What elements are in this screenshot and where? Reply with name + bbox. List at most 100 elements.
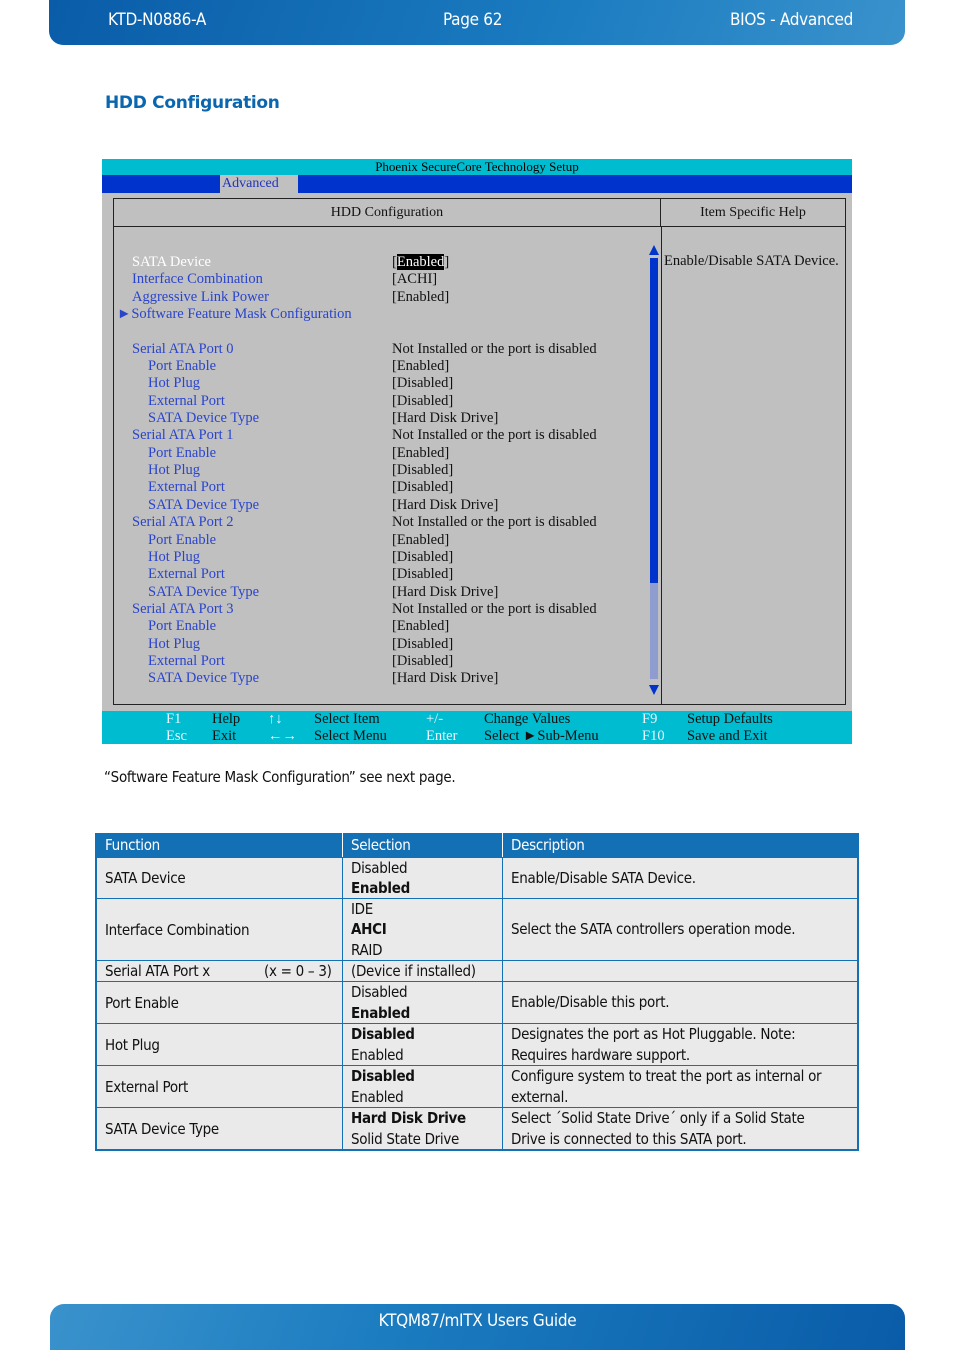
key-f1-action: Help <box>212 711 241 727</box>
setting-row[interactable]: Port Enable [Enabled] <box>114 618 654 635</box>
setting-value[interactable]: Not Installed or the port is disabled <box>392 427 597 444</box>
scroll-down-arrow-icon[interactable] <box>649 685 659 695</box>
setting-label[interactable]: SATA Device <box>132 254 211 271</box>
setting-value[interactable]: [Hard Disk Drive] <box>392 497 498 514</box>
setting-value[interactable]: [Enabled] <box>392 289 449 306</box>
setting-row[interactable]: ►Software Feature Mask Configuration <box>114 306 654 323</box>
setting-label[interactable]: External Port <box>148 653 225 670</box>
setting-label[interactable]: External Port <box>148 479 225 496</box>
arrow-left-right-icon: ←→ <box>268 728 297 744</box>
function-name: Port Enable <box>105 993 179 1012</box>
setting-label[interactable]: Serial ATA Port 1 <box>132 427 234 444</box>
setting-label[interactable]: SATA Device Type <box>148 584 259 601</box>
setting-label[interactable]: SATA Device Type <box>148 497 259 514</box>
setting-label[interactable]: Serial ATA Port 2 <box>132 514 234 531</box>
setting-value[interactable]: [Enabled] <box>392 618 449 635</box>
setting-row[interactable]: Interface Combination [ACHI] <box>114 271 654 288</box>
default-option: AHCI <box>351 920 387 939</box>
setting-label[interactable]: SATA Device Type <box>148 670 259 687</box>
page-number: Page 62 <box>443 10 503 30</box>
setting-label[interactable]: Port Enable <box>148 618 216 635</box>
setting-value[interactable]: [Disabled] <box>392 462 453 479</box>
setting-value[interactable]: Not Installed or the port is disabled <box>392 514 597 531</box>
setting-label[interactable]: Hot Plug <box>148 636 200 653</box>
setting-row[interactable]: Hot Plug [Disabled] <box>114 549 654 566</box>
setting-label-text: Serial ATA Port 2 <box>132 514 234 531</box>
setting-row[interactable]: Port Enable [Enabled] <box>114 532 654 549</box>
setting-value[interactable]: [Hard Disk Drive] <box>392 670 498 687</box>
setting-value[interactable]: [Hard Disk Drive] <box>392 410 498 427</box>
setting-value[interactable]: [Enabled] <box>392 358 449 375</box>
scroll-thumb[interactable] <box>650 258 658 583</box>
option: Solid State Drive <box>351 1129 460 1148</box>
guide-title: KTQM87/mITX Users Guide <box>378 1311 577 1331</box>
setting-value[interactable]: [Hard Disk Drive] <box>392 584 498 601</box>
setting-row[interactable]: Aggressive Link Power [Enabled] <box>114 289 654 306</box>
setting-label[interactable]: Interface Combination <box>132 271 263 288</box>
setting-label[interactable]: External Port <box>148 566 225 583</box>
setting-label[interactable]: Port Enable <box>148 358 216 375</box>
table-row: Interface Combination IDE AHCI RAID Select t… <box>97 898 857 960</box>
function-name: Hot Plug <box>105 1035 160 1054</box>
setting-value[interactable]: Not Installed or the port is disabled <box>392 341 597 358</box>
setting-row[interactable]: External Port [Disabled] <box>114 393 654 410</box>
key-f1: F1 <box>166 711 182 727</box>
setting-row[interactable]: Serial ATA Port 0 Not Installed or the po… <box>114 341 654 358</box>
key-esc: Esc <box>166 728 187 744</box>
setting-label-text: Serial ATA Port 0 <box>132 340 234 357</box>
setting-label[interactable]: Serial ATA Port 0 <box>132 341 234 358</box>
option: Enabled <box>351 1045 404 1064</box>
setting-label[interactable]: Serial ATA Port 3 <box>132 601 234 618</box>
setting-value[interactable]: [Disabled] <box>392 653 453 670</box>
setting-value[interactable]: [Disabled] <box>392 566 453 583</box>
setting-row[interactable]: SATA Device Type [Hard Disk Drive] <box>114 410 654 427</box>
setting-row[interactable]: Port Enable [Enabled] <box>114 358 654 375</box>
setting-row[interactable]: External Port [Disabled] <box>114 479 654 496</box>
option: IDE <box>351 899 373 918</box>
setting-row[interactable]: SATA Device Type [Hard Disk Drive] <box>114 497 654 514</box>
setting-row[interactable]: SATA Device Type [Hard Disk Drive] <box>114 670 654 687</box>
setting-row[interactable]: SATA Device [Enabled] <box>114 254 654 271</box>
setting-row[interactable]: Hot Plug [Disabled] <box>114 375 654 392</box>
highlighted-value[interactable]: Enabled <box>396 254 445 270</box>
setting-label[interactable]: Port Enable <box>148 532 216 549</box>
setting-row[interactable]: External Port [Disabled] <box>114 566 654 583</box>
setting-value[interactable]: [Enabled] <box>392 254 449 271</box>
setting-label[interactable]: Hot Plug <box>148 549 200 566</box>
setting-row[interactable]: Serial ATA Port 3 Not Installed or the po… <box>114 601 654 618</box>
setting-value[interactable]: [Disabled] <box>392 375 453 392</box>
setting-label[interactable]: External Port <box>148 393 225 410</box>
scroll-track[interactable] <box>650 583 658 679</box>
setting-value[interactable]: [Enabled] <box>392 532 449 549</box>
setting-label[interactable]: Hot Plug <box>148 462 200 479</box>
setting-value[interactable]: [Enabled] <box>392 445 449 462</box>
setting-label[interactable]: SATA Device Type <box>148 410 259 427</box>
setting-value[interactable]: [Disabled] <box>392 393 453 410</box>
setting-row[interactable]: Hot Plug [Disabled] <box>114 462 654 479</box>
menu-tab-advanced[interactable]: Advanced <box>220 175 298 193</box>
setting-value[interactable]: [Disabled] <box>392 549 453 566</box>
setting-value[interactable]: [Disabled] <box>392 479 453 496</box>
setting-label-text: SATA Device Type <box>148 670 260 687</box>
setting-row[interactable]: Port Enable [Enabled] <box>114 445 654 462</box>
setting-row[interactable]: SATA Device Type [Hard Disk Drive] <box>114 584 654 601</box>
setting-label[interactable]: Aggressive Link Power <box>132 289 269 306</box>
table-header: Function Selection Description <box>97 833 857 857</box>
setting-row[interactable]: External Port [Disabled] <box>114 653 654 670</box>
key-enter-action: Select ►Sub-Menu <box>484 728 599 744</box>
setting-label[interactable]: Hot Plug <box>148 375 200 392</box>
setting-value[interactable]: [ACHI] <box>392 271 437 288</box>
setting-label[interactable]: ►Software Feature Mask Configuration <box>117 306 352 323</box>
setting-row[interactable]: Serial ATA Port 1 Not Installed or the po… <box>114 427 654 444</box>
function-name: SATA Device Type <box>105 1119 219 1138</box>
scrollbar[interactable] <box>649 245 659 695</box>
default-option: Disabled <box>351 1067 415 1085</box>
scroll-up-arrow-icon[interactable] <box>649 245 659 255</box>
setting-value[interactable]: Not Installed or the port is disabled <box>392 601 597 618</box>
setting-label[interactable]: Port Enable <box>148 445 216 462</box>
setting-value[interactable]: [Disabled] <box>392 636 453 653</box>
setting-row[interactable]: Serial ATA Port 2 Not Installed or the po… <box>114 514 654 531</box>
cell-selection: IDE AHCI RAID <box>343 899 503 960</box>
setting-row[interactable]: Hot Plug [Disabled] <box>114 636 654 653</box>
setting-label-text: Port Enable <box>148 618 217 635</box>
